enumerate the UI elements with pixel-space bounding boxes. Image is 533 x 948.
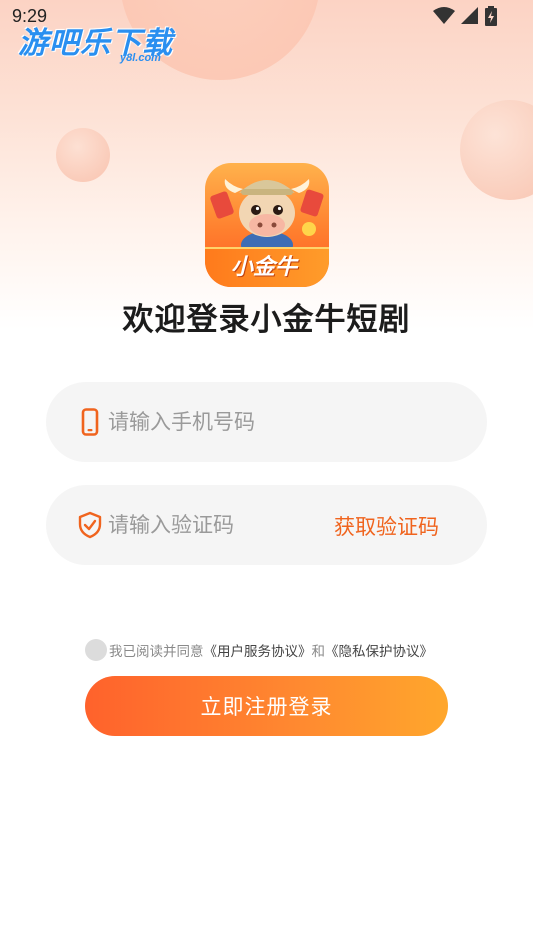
shield-check-icon [78, 511, 102, 539]
agreement-prefix: 我已阅读并同意 [109, 644, 204, 660]
phone-field[interactable] [46, 382, 487, 462]
wifi-icon [433, 7, 455, 24]
app-logo: 小金牛 [205, 163, 329, 287]
verification-code-input[interactable] [108, 507, 348, 543]
get-code-button[interactable]: 获取验证码 [334, 511, 439, 541]
agreement-checkbox[interactable] [85, 639, 107, 661]
status-icons [433, 6, 497, 26]
battery-icon [485, 6, 497, 26]
agreement-row: 我已阅读并同意《用户服务协议》和《隐私保护协议》 [85, 638, 433, 662]
welcome-title: 欢迎登录小金牛短剧 [122, 302, 411, 338]
watermark-url: y8l.com [120, 52, 161, 64]
agreement-text: 我已阅读并同意《用户服务协议》和《隐私保护协议》 [109, 640, 433, 660]
signal-icon [461, 7, 478, 24]
decor-bubble [460, 100, 533, 200]
user-agreement-link[interactable]: 《用户服务协议》 [204, 644, 312, 660]
register-login-button[interactable]: 立即注册登录 [85, 676, 448, 736]
agreement-and: 和 [311, 644, 326, 660]
privacy-policy-link[interactable]: 《隐私保护协议》 [325, 644, 433, 660]
phone-icon [81, 408, 99, 436]
verification-code-field[interactable]: 获取验证码 [46, 485, 487, 565]
bull-mascot-icon [210, 179, 324, 253]
decor-bubble [56, 128, 110, 182]
phone-input[interactable] [108, 404, 348, 440]
app-logo-text: 小金牛 [231, 255, 298, 280]
